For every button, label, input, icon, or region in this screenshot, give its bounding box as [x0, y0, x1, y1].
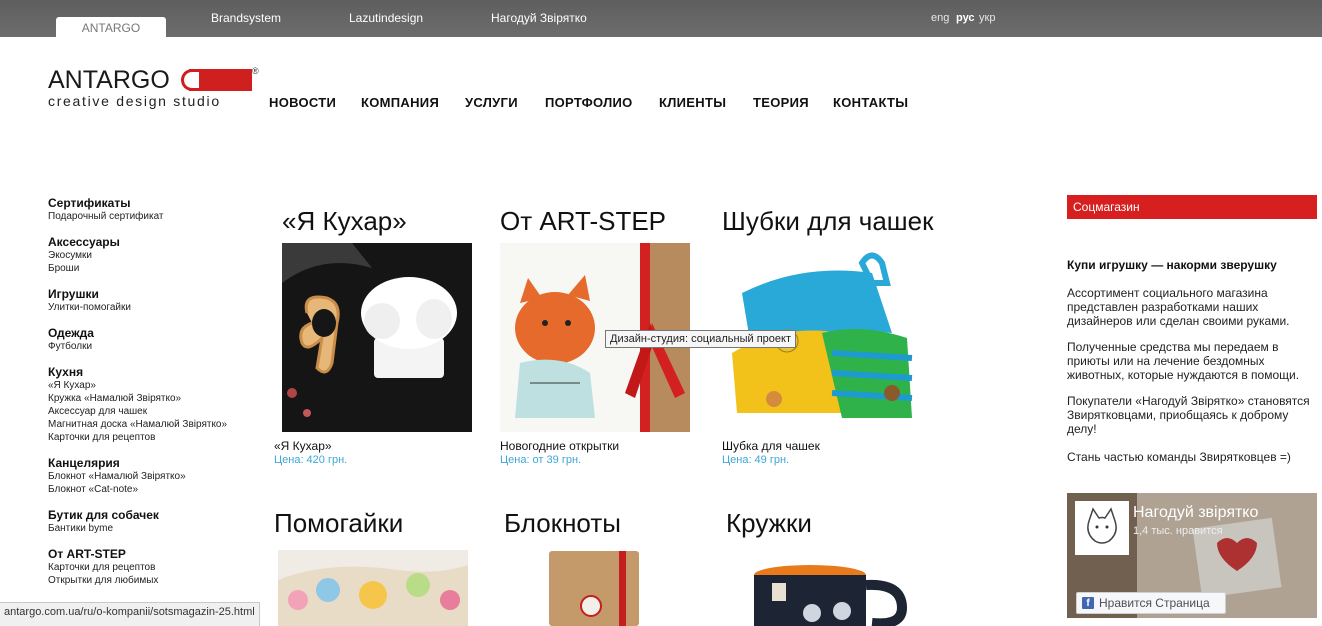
lang-ukr[interactable]: укр — [979, 12, 995, 24]
facebook-page-widget[interactable]: Нагодуй звірятко 1,4 тыс. нравится f Нра… — [1067, 493, 1317, 618]
facebook-like-label: Нравится Страница — [1099, 596, 1210, 610]
category-link[interactable]: Подарочный сертификат — [48, 210, 258, 223]
category-link[interactable]: «Я Кухар» — [48, 379, 258, 392]
product-price-cup-sweaters: Цена: 49 грн. — [722, 454, 790, 466]
category-link[interactable]: Бантики byme — [48, 522, 258, 535]
category-link[interactable]: Карточки для рецептов — [48, 431, 258, 444]
category-title[interactable]: Игрушки — [48, 287, 258, 301]
nav-clients[interactable]: КЛИЕНТЫ — [659, 95, 726, 110]
category-link[interactable]: Аксессуар для чашек — [48, 405, 258, 418]
facebook-like-page-button[interactable]: f Нравится Страница — [1076, 592, 1226, 614]
product-name-art-step[interactable]: Новогодние открытки — [500, 439, 619, 453]
category-certificates: Сертификаты Подарочный сертификат — [48, 196, 258, 223]
nav-portfolio[interactable]: ПОРТФОЛИО — [545, 95, 633, 110]
category-link[interactable]: Блокнот «Cat-note» — [48, 483, 258, 496]
nav-services[interactable]: УСЛУГИ — [465, 95, 518, 110]
registered-mark: ® — [252, 66, 259, 76]
social-shop-paragraph: Ассортимент социального магазина предста… — [1067, 286, 1290, 328]
category-link[interactable]: Кружка «Намалюй Звірятко» — [48, 392, 258, 405]
logo-tagline: creative design studio — [48, 93, 221, 109]
category-title[interactable]: Кухня — [48, 365, 258, 379]
site-link-lazutindesign[interactable]: Lazutindesign — [349, 11, 423, 25]
chef-hat-photo — [282, 243, 472, 432]
category-link[interactable]: Экосумки — [48, 249, 258, 262]
category-title[interactable]: Аксессуары — [48, 235, 258, 249]
social-shop-paragraph: Покупатели «Нагодуй Звірятко» становятся… — [1067, 394, 1310, 436]
category-kitchen: Кухня «Я Кухар» Кружка «Намалюй Звірятко… — [48, 365, 258, 444]
social-shop-paragraph: Полученные средства мы передаем в приюты… — [1067, 340, 1300, 382]
facebook-icon: f — [1082, 597, 1094, 609]
product-title-cup-sweaters[interactable]: Шубки для чашек — [722, 206, 933, 237]
product-title-art-step[interactable]: От ART-STEP — [500, 206, 666, 237]
category-link[interactable]: Карточки для рецептов — [48, 561, 258, 574]
category-link[interactable]: Магнитная доска «Намалюй Звірятко» — [48, 418, 258, 431]
social-shop-paragraph: Стань частью команды Звирятковцев =) — [1067, 450, 1291, 464]
antargo-logo[interactable]: ANTARGO ® creative design studio — [48, 66, 263, 113]
nav-contacts[interactable]: КОНТАКТЫ — [833, 95, 908, 110]
product-image-mugs[interactable] — [752, 563, 912, 626]
facebook-likes-count: 1,4 тыс. нравится — [1133, 525, 1223, 537]
product-image-pomogaiki[interactable] — [278, 550, 468, 626]
notebook-photo — [549, 551, 639, 626]
facebook-page-name[interactable]: Нагодуй звірятко — [1133, 504, 1258, 522]
social-shop-title: Купи игрушку — накорми зверушку — [1067, 258, 1277, 272]
product-title-pomogaiki[interactable]: Помогайки — [274, 508, 403, 539]
mug-photo — [752, 563, 912, 626]
category-link[interactable]: Броши — [48, 262, 258, 275]
site-link-nagoduy-zviryatko[interactable]: Нагодуй Звірятко — [491, 11, 587, 25]
product-image-ya-kukhar[interactable] — [282, 243, 472, 432]
product-name-cup-sweaters[interactable]: Шубка для чашек — [722, 439, 820, 453]
tooltip: Дизайн-студия: социальный проект — [605, 330, 796, 348]
category-toys: Игрушки Улитки-помогайки — [48, 287, 258, 314]
product-price-ya-kukhar: Цена: 420 грн. — [274, 454, 348, 466]
category-clothing: Одежда Футболки — [48, 326, 258, 353]
pomogaiki-photo — [278, 550, 468, 626]
site-link-brandsystem[interactable]: Brandsystem — [211, 11, 281, 25]
category-link[interactable]: Открытки для любимых — [48, 574, 258, 587]
category-title[interactable]: Бутик для собачек — [48, 508, 258, 522]
product-price-art-step: Цена: от 39 грн. — [500, 454, 582, 466]
nav-theory[interactable]: ТЕОРИЯ — [753, 95, 809, 110]
category-sidebar: Сертификаты Подарочный сертификат Аксесс… — [48, 196, 258, 599]
category-title[interactable]: Одежда — [48, 326, 258, 340]
category-title[interactable]: Канцелярия — [48, 456, 258, 470]
facebook-page-avatar[interactable] — [1075, 501, 1129, 555]
product-image-notebooks[interactable] — [549, 551, 645, 626]
browser-status-url: antargo.com.ua/ru/o-kompanii/sotsmagazin… — [0, 602, 260, 626]
category-link[interactable]: Футболки — [48, 340, 258, 353]
category-stationery: Канцелярия Блокнот «Намалюй Звірятко» Бл… — [48, 456, 258, 496]
category-dog-boutique: Бутик для собачек Бантики byme — [48, 508, 258, 535]
category-link[interactable]: Улитки-помогайки — [48, 301, 258, 314]
category-art-step: От ART-STEP Карточки для рецептов Открыт… — [48, 547, 258, 587]
category-accessories: Аксессуары Экосумки Броши — [48, 235, 258, 275]
product-title-ya-kukhar[interactable]: «Я Кухар» — [282, 206, 407, 237]
social-shop-header[interactable]: Соцмагазин — [1067, 195, 1317, 219]
category-link[interactable]: Блокнот «Намалюй Звірятко» — [48, 470, 258, 483]
product-name-ya-kukhar[interactable]: «Я Кухар» — [274, 439, 332, 453]
tab-antargo[interactable]: ANTARGO — [56, 17, 166, 37]
logo-wordmark: ANTARGO — [48, 66, 170, 94]
product-title-notebooks[interactable]: Блокноты — [504, 508, 621, 539]
category-title[interactable]: Сертификаты — [48, 196, 258, 210]
lang-eng[interactable]: eng — [931, 12, 949, 24]
nav-company[interactable]: КОМПАНИЯ — [361, 95, 439, 110]
top-bar: ANTARGO Brandsystem Lazutindesign Нагоду… — [0, 0, 1322, 37]
cat-drawing-icon — [1077, 503, 1127, 553]
nav-news[interactable]: НОВОСТИ — [269, 95, 336, 110]
logo-red-curve — [181, 69, 199, 91]
product-title-mugs[interactable]: Кружки — [726, 508, 812, 539]
category-title[interactable]: От ART-STEP — [48, 547, 258, 561]
lang-rus[interactable]: рус — [956, 12, 975, 24]
